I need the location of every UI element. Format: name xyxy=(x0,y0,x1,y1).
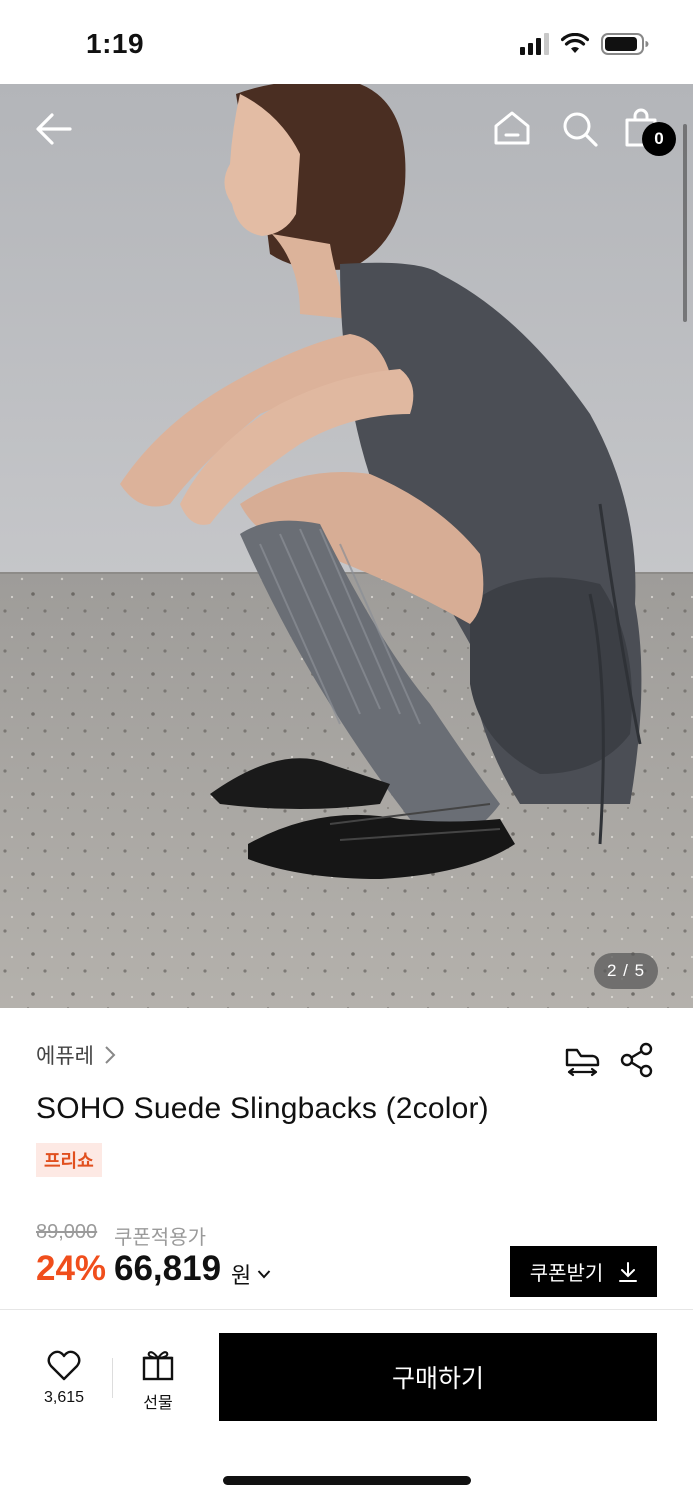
get-coupon-button[interactable]: 쿠폰받기 xyxy=(510,1246,657,1297)
home-button[interactable] xyxy=(493,110,531,146)
currency-label: 원 xyxy=(231,1263,252,1288)
search-icon xyxy=(563,112,598,147)
share-button[interactable] xyxy=(619,1042,655,1078)
preshow-tag: 프리쇼 xyxy=(36,1143,102,1177)
product-image-gallery[interactable] xyxy=(0,84,693,1008)
price-currency-toggle[interactable]: 원 xyxy=(231,1258,271,1290)
divider xyxy=(0,1309,693,1310)
discount-rate: 24% xyxy=(36,1249,107,1288)
original-price: 89,000 xyxy=(36,1221,98,1243)
cellular-signal-icon xyxy=(520,33,549,55)
buy-button[interactable]: 구매하기 xyxy=(219,1333,657,1421)
status-time: 1:19 xyxy=(86,28,145,59)
divider xyxy=(112,1358,113,1398)
sale-price: 66,819 xyxy=(114,1249,222,1288)
scrollbar[interactable] xyxy=(683,124,687,322)
heart-icon xyxy=(47,1350,81,1381)
product-title: SOHO Suede Slingbacks (2color) xyxy=(36,1092,489,1125)
size-guide-button[interactable] xyxy=(563,1042,601,1078)
gift-icon xyxy=(142,1351,174,1381)
wifi-icon xyxy=(561,33,589,53)
chevron-right-icon xyxy=(105,1046,116,1064)
cart-count-badge: 0 xyxy=(642,122,676,156)
download-icon xyxy=(619,1261,638,1282)
product-photo xyxy=(0,84,693,1008)
image-page-counter: 2 / 5 xyxy=(594,953,658,989)
like-count: 3,615 xyxy=(43,1389,85,1406)
home-indicator xyxy=(223,1476,471,1485)
home-icon xyxy=(494,111,530,145)
brand-name: 에퓨레 xyxy=(36,1045,94,1068)
search-button[interactable] xyxy=(561,110,599,148)
back-button[interactable] xyxy=(34,110,74,148)
shoe-size-icon xyxy=(565,1048,600,1077)
battery-icon xyxy=(601,33,649,55)
share-icon xyxy=(620,1042,653,1078)
coupon-price-label: 쿠폰적용가 xyxy=(114,1227,206,1249)
chevron-down-icon xyxy=(258,1270,271,1279)
status-bar: 1:19 xyxy=(0,0,693,84)
coupon-button-label: 쿠폰받기 xyxy=(529,1263,604,1285)
back-arrow-icon xyxy=(36,113,72,145)
status-icons xyxy=(520,32,649,56)
gift-label: 선물 xyxy=(143,1395,173,1412)
brand-link[interactable]: 에퓨레 xyxy=(36,1040,116,1070)
